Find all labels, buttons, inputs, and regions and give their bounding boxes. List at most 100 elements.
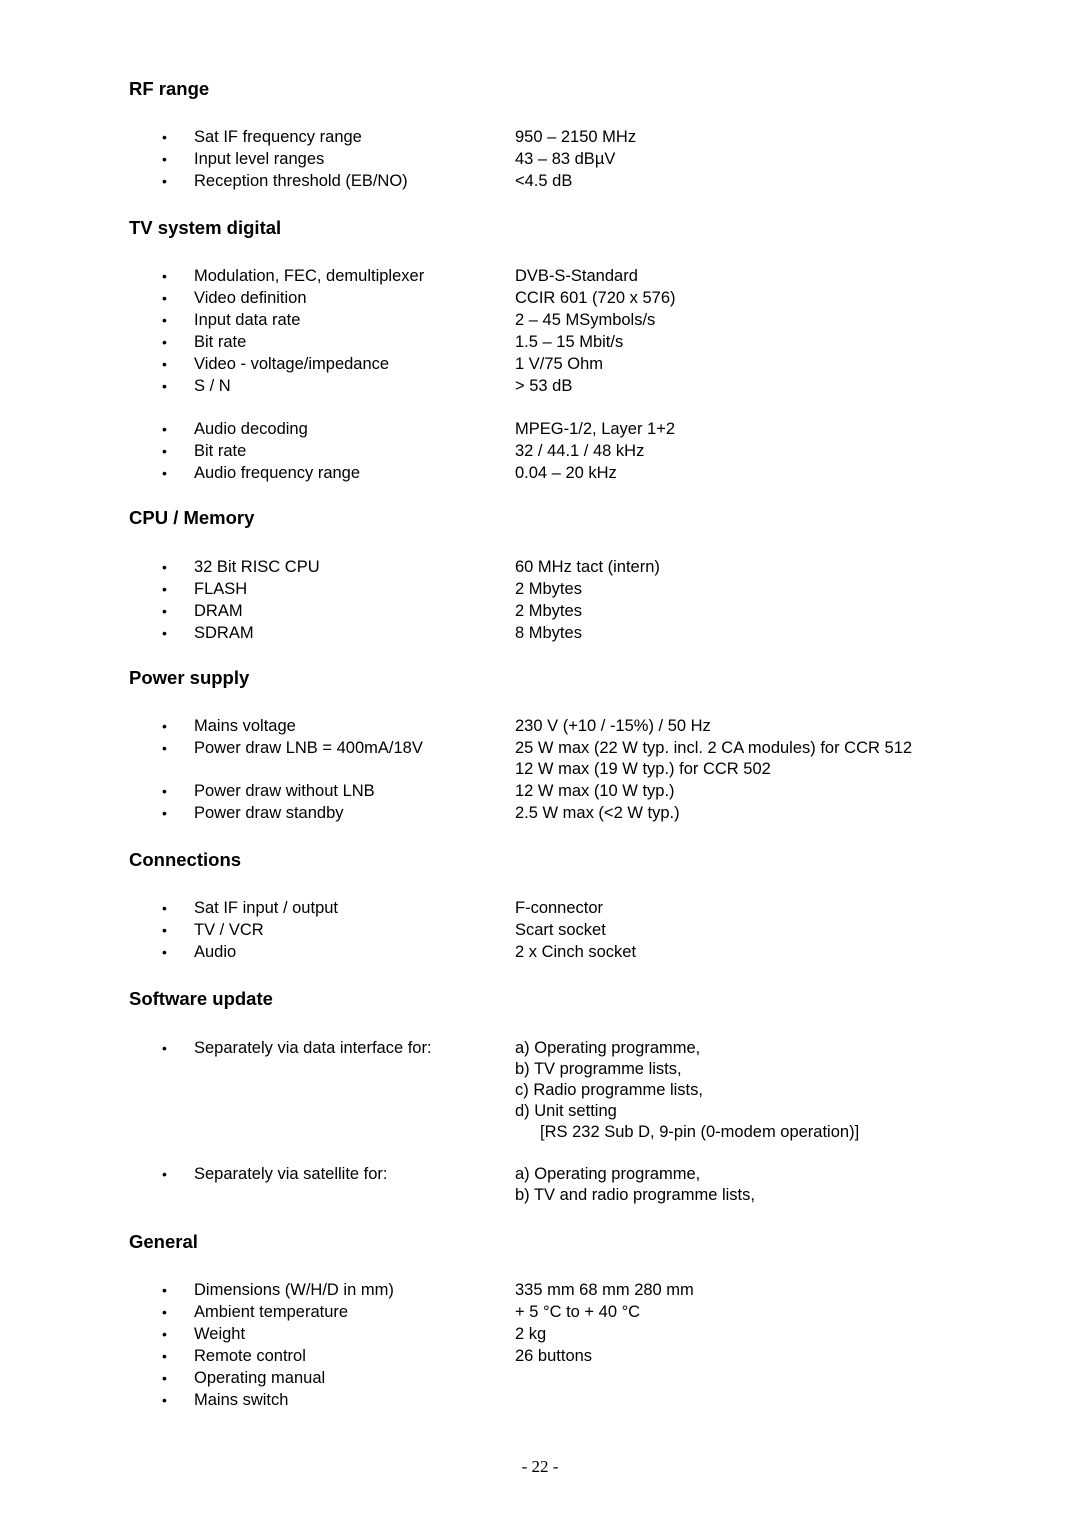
spec-value: 2 kg [515,1325,547,1343]
bullet-icon: • [162,465,167,481]
spec-row: • Audio frequency range 0.04 – 20 kHz [0,462,1080,484]
spec-row: • 32 Bit RISC CPU 60 MHz tact (intern) [0,556,1080,578]
spec-row: • SDRAM 8 Mbytes [0,622,1080,644]
spec-row: • Separately via data interface for: a) … [0,1037,1080,1059]
spec-value: 12 W max (19 W typ.) for CCR 502 [515,760,771,778]
spec-row-continuation: d) Unit setting [0,1100,1080,1122]
spec-row-continuation: c) Radio programme lists, [0,1079,1080,1101]
spec-value: CCIR 601 (720 x 576) [515,289,676,307]
spec-row: • Power draw without LNB 12 W max (10 W … [0,780,1080,802]
spec-value: d) Unit setting [515,1102,617,1120]
bullet-icon: • [162,356,167,372]
spec-label: Power draw LNB = 400mA/18V [194,739,423,757]
spec-row: • Operating manual [0,1367,1080,1389]
spec-row: • Mains voltage 230 V (+10 / -15%) / 50 … [0,715,1080,737]
spec-row: • Video - voltage/impedance 1 V/75 Ohm [0,353,1080,375]
spec-row: • Bit rate 1.5 – 15 Mbit/s [0,331,1080,353]
spec-row: • Remote control 26 buttons [0,1345,1080,1367]
spec-value: 2.5 W max (<2 W typ.) [515,804,680,822]
spec-label: Audio decoding [194,420,308,438]
spec-label: Remote control [194,1347,306,1365]
spec-value: 43 – 83 dBµV [515,150,616,168]
spec-value: b) TV programme lists, [515,1060,682,1078]
bullet-icon: • [162,1326,167,1342]
spec-row: • Audio decoding MPEG-1/2, Layer 1+2 [0,418,1080,440]
spec-label: TV / VCR [194,921,264,939]
spec-label: Bit rate [194,333,247,351]
spec-value: a) Operating programme, [515,1165,701,1183]
spec-value: 8 Mbytes [515,624,582,642]
section-heading-cpu-memory: CPU / Memory [129,507,255,528]
bullet-icon: • [162,603,167,619]
bullet-icon: • [162,740,167,756]
bullet-icon: • [162,581,167,597]
spec-label: Power draw standby [194,804,344,822]
spec-row: • Bit rate 32 / 44.1 / 48 kHz [0,440,1080,462]
spec-row: • TV / VCR Scart socket [0,919,1080,941]
bullet-icon: • [162,944,167,960]
spec-label: DRAM [194,602,243,620]
spec-value: c) Radio programme lists, [515,1081,703,1099]
spec-label: Video definition [194,289,307,307]
spec-label: Reception threshold (EB/NO) [194,172,408,190]
spec-label: Weight [194,1325,246,1343]
section-heading-connections: Connections [129,849,242,870]
spec-value: 26 buttons [515,1347,593,1365]
bullet-icon: • [162,783,167,799]
spec-value: 12 W max (10 W typ.) [515,782,675,800]
spec-label: Sat IF input / output [194,899,339,917]
spec-value: MPEG-1/2, Layer 1+2 [515,420,676,438]
spec-row: • Separately via satellite for: a) Opera… [0,1163,1080,1185]
bullet-icon: • [162,1370,167,1386]
bullet-icon: • [162,421,167,437]
spec-value: + 5 °C to + 40 °C [515,1303,641,1321]
spec-row-continuation: b) TV and radio programme lists, [0,1184,1080,1206]
spec-row: • Audio 2 x Cinch socket [0,941,1080,963]
bullet-icon: • [162,625,167,641]
spec-value: 32 / 44.1 / 48 kHz [515,442,645,460]
bullet-icon: • [162,718,167,734]
spec-label: Modulation, FEC, demultiplexer [194,267,425,285]
spec-row-continuation: [RS 232 Sub D, 9-pin (0-modem operation)… [0,1121,1080,1143]
bullet-icon: • [162,443,167,459]
bullet-icon: • [162,1166,167,1182]
spec-label: Input level ranges [194,150,325,168]
section-heading-rf-range: RF range [129,78,210,99]
section-heading-power-supply: Power supply [129,667,250,688]
spec-row: • Sat IF frequency range 950 – 2150 MHz [0,126,1080,148]
spec-row: • Weight 2 kg [0,1323,1080,1345]
spec-label: Dimensions (W/H/D in mm) [194,1281,394,1299]
spec-value: 2 x Cinch socket [515,943,637,961]
bullet-icon: • [162,900,167,916]
spec-value: 1 V/75 Ohm [515,355,604,373]
spec-label: Input data rate [194,311,301,329]
spec-label: Video - voltage/impedance [194,355,390,373]
spec-value: 25 W max (22 W typ. incl. 2 CA modules) … [515,739,913,757]
spec-value: Scart socket [515,921,606,939]
page-number: - 22 - [521,1457,559,1476]
section-heading-software-update: Software update [129,988,273,1009]
spec-row-continuation: b) TV programme lists, [0,1058,1080,1080]
section-heading-tv-system: TV system digital [129,217,282,238]
spec-value: [RS 232 Sub D, 9-pin (0-modem operation)… [540,1123,860,1141]
spec-value: 2 Mbytes [515,602,582,620]
spec-row: • S / N > 53 dB [0,375,1080,397]
spec-row: • Video definition CCIR 601 (720 x 576) [0,287,1080,309]
spec-value: b) TV and radio programme lists, [515,1186,755,1204]
bullet-icon: • [162,559,167,575]
spec-value: 1.5 – 15 Mbit/s [515,333,624,351]
spec-label: S / N [194,377,231,395]
bullet-icon: • [162,1040,167,1056]
spec-label: Separately via data interface for: [194,1039,432,1057]
spec-page: RF range • Sat IF frequency range 950 – … [0,0,1080,1528]
spec-label: SDRAM [194,624,254,642]
bullet-icon: • [162,805,167,821]
bullet-icon: • [162,378,167,394]
spec-row: • FLASH 2 Mbytes [0,578,1080,600]
spec-row: • Sat IF input / output F-connector [0,897,1080,919]
bullet-icon: • [162,129,167,145]
spec-row: • Dimensions (W/H/D in mm) 335 mm 68 mm … [0,1279,1080,1301]
spec-row: • Reception threshold (EB/NO) <4.5 dB [0,170,1080,192]
spec-label: Separately via satellite for: [194,1165,388,1183]
spec-value: a) Operating programme, [515,1039,701,1057]
